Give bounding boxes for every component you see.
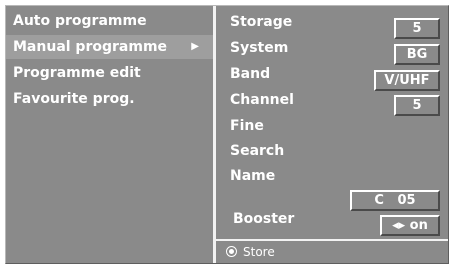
submenu-arrow-icon: ▶ [191,41,199,52]
menu-item-label: Favourite prog. [13,91,135,107]
menu-item-favourite-prog[interactable]: Favourite prog. [6,87,213,111]
channel-value[interactable]: 5 [394,95,440,116]
system-label: System [230,40,289,56]
booster-label: Booster [233,211,295,227]
storage-value[interactable]: 5 [394,18,440,39]
channel-label: Channel [230,92,294,108]
tv-osd-menu: Auto programme Manual programme ▶ Progra… [5,5,449,264]
menu-item-label: Auto programme [13,13,147,29]
fine-label[interactable]: Fine [230,116,264,136]
booster-value[interactable]: ◂▸ on [380,215,440,236]
storage-label: Storage [230,14,293,30]
band-value[interactable]: V/UHF [374,70,440,91]
manual-programme-panel: Storage 5 System BG Band V/UHF Channel 5… [216,6,448,263]
name-label: Name [230,168,276,184]
footer-bar: Store [216,239,448,263]
menu-item-manual-programme[interactable]: Manual programme ▶ [6,35,213,59]
menu-item-programme-edit[interactable]: Programme edit [6,61,213,85]
name-value[interactable]: C 05 [350,190,440,211]
main-menu: Auto programme Manual programme ▶ Progra… [6,6,213,263]
search-label[interactable]: Search [230,141,284,161]
band-label: Band [230,66,271,82]
menu-item-label: Manual programme [13,39,168,55]
store-label[interactable]: Store [243,245,275,259]
radio-button-icon [226,246,237,257]
menu-item-label: Programme edit [13,65,141,81]
system-value[interactable]: BG [394,44,440,65]
menu-item-auto-programme[interactable]: Auto programme [6,9,213,33]
